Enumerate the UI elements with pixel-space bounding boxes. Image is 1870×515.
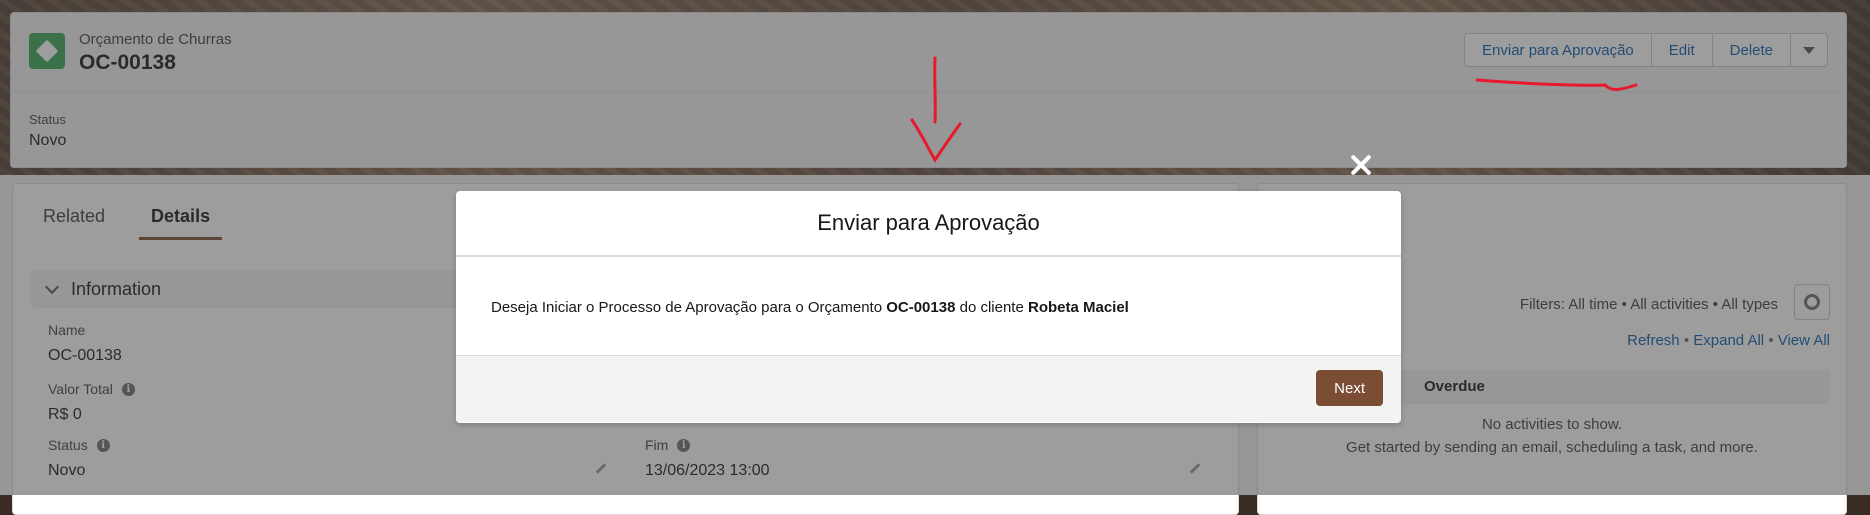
approval-modal: Enviar para Aprovação Deseja Iniciar o P…	[456, 191, 1401, 423]
annotation-arrow-shaft	[933, 56, 937, 124]
modal-body: Deseja Iniciar o Processo de Aprovação p…	[456, 257, 1401, 355]
modal-client-name: Robeta Maciel	[1027, 299, 1129, 316]
modal-message: Deseja Iniciar o Processo de Aprovação p…	[491, 299, 1129, 316]
modal-record-name: OC-00138	[886, 299, 956, 316]
modal-footer: Next	[456, 355, 1401, 422]
modal-title: Enviar para Aprovação	[817, 210, 1040, 235]
modal-header: Enviar para Aprovação	[456, 191, 1401, 257]
close-modal-icon[interactable]	[1346, 150, 1376, 180]
annotation-arrow-head	[910, 118, 962, 163]
annotation-underline	[1475, 78, 1638, 91]
next-button[interactable]: Next	[1316, 370, 1383, 406]
